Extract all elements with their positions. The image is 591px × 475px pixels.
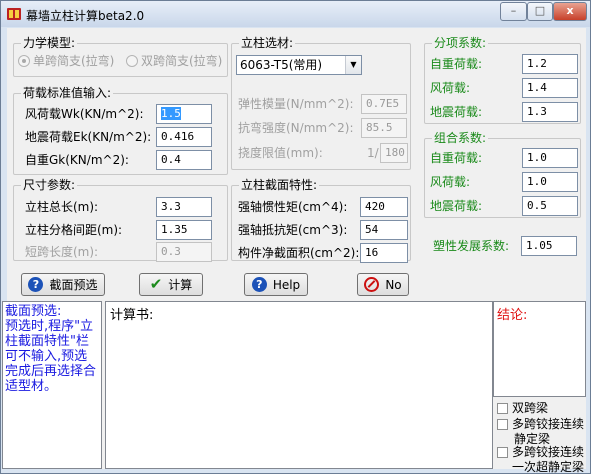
partial-factors-legend: 分项系数:	[432, 36, 489, 50]
preview-label: 截面预选	[49, 278, 98, 292]
combo-dead-input[interactable]: 1.0	[522, 148, 578, 168]
minimize-button[interactable]: –	[500, 2, 527, 21]
plastic-factor-label: 塑性发展系数:	[433, 239, 510, 253]
multi-span-indeterminate-label-1: 多跨铰接连续	[512, 445, 585, 459]
main-window: 幕墙立柱计算beta2.0 – □ x 力学模型: 单跨简支(拉弯) 双跨简支(…	[0, 0, 591, 474]
combo-quake-input[interactable]: 0.5	[522, 196, 578, 216]
close-button[interactable]: x	[553, 2, 587, 21]
conclusion-panel: 结论:	[493, 301, 586, 397]
notes-panel: 截面预选: 预选时,程序"立柱截面特性"栏可不输入,预选完成后再选择合适型材。	[2, 301, 102, 469]
spacing-input[interactable]: 1.35	[156, 220, 212, 240]
dimensions-legend: 尺寸参数:	[21, 178, 78, 192]
total-length-input[interactable]: 3.3	[156, 197, 212, 217]
no-button[interactable]: No	[357, 273, 409, 296]
maximize-button[interactable]: □	[527, 2, 553, 21]
strength-label: 抗弯强度(N/mm^2):	[238, 121, 354, 135]
dimensions-group: 尺寸参数: 立柱总长(m): 3.3 立柱分格间距(m): 1.35 短跨长度(…	[13, 178, 228, 262]
section-group: 立柱截面特性: 强轴惯性矩(cm^4): 420 强轴抵抗矩(cm^3): 54…	[231, 178, 411, 263]
multi-span-static-checkbox[interactable]	[497, 419, 508, 430]
chevron-down-icon[interactable]: ▼	[345, 56, 361, 74]
single-span-radio[interactable]	[18, 55, 30, 67]
no-label: No	[385, 277, 402, 292]
combo-quake-label: 地震荷载:	[430, 199, 483, 213]
short-span-input: 0.3	[156, 242, 212, 262]
multi-span-indeterminate-label-2: 一次超静定梁	[512, 460, 585, 474]
help-label: Help	[272, 277, 301, 292]
area-label: 构件净截面积(cm^2):	[238, 246, 360, 260]
single-span-label: 单跨简支(拉弯)	[33, 54, 115, 68]
total-length-label: 立柱总长(m):	[25, 200, 99, 214]
section-modulus-input[interactable]: 54	[360, 220, 408, 240]
partial-dead-input[interactable]: 1.2	[522, 54, 578, 74]
partial-dead-label: 自重荷载:	[430, 57, 483, 71]
inertia-input[interactable]: 420	[360, 197, 408, 217]
wind-load-input[interactable]: 1.5	[156, 104, 212, 124]
partial-wind-label: 风荷载:	[430, 81, 471, 95]
window-title: 幕墙立柱计算beta2.0	[26, 9, 145, 23]
report-panel[interactable]: 计算书:	[105, 301, 493, 469]
calculate-button[interactable]: ✔ 计算	[139, 273, 203, 296]
section-legend: 立柱截面特性:	[239, 178, 320, 192]
multi-span-static-label-1: 多跨铰接连续	[512, 417, 585, 431]
dead-load-label: 自重Gk(KN/m^2):	[25, 153, 129, 167]
deflection-prefix: 1/	[367, 146, 379, 160]
combo-dead-label: 自重荷载:	[430, 151, 483, 165]
combo-wind-label: 风荷载:	[430, 175, 471, 189]
material-group: 立柱选材: 6063-T5(常用) ▼ 弹性模量(N/mm^2): 0.7E5 …	[231, 36, 411, 170]
no-entry-icon	[364, 277, 380, 292]
double-span-beam-label: 双跨梁	[512, 401, 549, 415]
deflection-input: 180	[380, 143, 408, 163]
multi-span-indeterminate-checkbox[interactable]	[497, 447, 508, 458]
double-span-radio[interactable]	[126, 55, 138, 67]
combo-wind-input[interactable]: 1.0	[522, 172, 578, 192]
question-icon: ?	[251, 277, 267, 292]
double-span-label: 双跨简支(拉弯)	[141, 54, 223, 68]
help-button[interactable]: ? Help	[244, 273, 308, 296]
preview-button[interactable]: ? 截面预选	[21, 273, 105, 296]
modulus-label: 弹性模量(N/mm^2):	[238, 97, 354, 111]
app-icon	[7, 8, 21, 20]
section-modulus-label: 强轴抵抗矩(cm^3):	[238, 223, 348, 237]
deflection-label: 挠度限值(mm):	[238, 146, 323, 160]
partial-quake-label: 地震荷载:	[430, 105, 483, 119]
quake-load-input[interactable]: 0.416	[156, 127, 212, 147]
partial-factors-group: 分项系数: 自重荷载: 1.2 风荷载: 1.4 地震荷载: 1.3	[424, 36, 581, 124]
combo-factors-legend: 组合系数:	[432, 131, 489, 145]
title-bar: 幕墙立柱计算beta2.0 – □ x	[1, 1, 590, 27]
loads-legend: 荷载标准值输入:	[21, 86, 114, 100]
area-input[interactable]: 16	[360, 243, 408, 263]
client-area: 力学模型: 单跨简支(拉弯) 双跨简支(拉弯) 荷载标准值输入: 风荷载Wk(K…	[2, 28, 586, 474]
dead-load-input[interactable]: 0.4	[156, 150, 212, 170]
quake-load-label: 地震荷载Ek(KN/m^2):	[25, 130, 152, 144]
combo-factors-group: 组合系数: 自重荷载: 1.0 风荷载: 1.0 地震荷载: 0.5	[424, 131, 581, 218]
report-title: 计算书:	[110, 308, 154, 323]
mechanics-legend: 力学模型:	[21, 36, 78, 50]
wind-load-label: 风荷载Wk(KN/m^2):	[25, 107, 144, 121]
strength-input: 85.5	[361, 118, 407, 138]
partial-wind-input[interactable]: 1.4	[522, 78, 578, 98]
mechanics-group: 力学模型: 单跨简支(拉弯) 双跨简支(拉弯)	[13, 36, 228, 77]
conclusion-title: 结论:	[497, 308, 528, 323]
check-icon: ✔	[149, 275, 163, 293]
material-legend: 立柱选材:	[239, 36, 296, 50]
material-value: 6063-T5(常用)	[240, 58, 323, 72]
question-icon: ?	[28, 277, 44, 292]
inertia-label: 强轴惯性矩(cm^4):	[238, 200, 348, 214]
material-select[interactable]: 6063-T5(常用) ▼	[236, 55, 362, 75]
loads-group: 荷载标准值输入: 风荷载Wk(KN/m^2): 1.5 地震荷载Ek(KN/m^…	[13, 86, 228, 175]
spacing-label: 立柱分格间距(m):	[25, 223, 123, 237]
calculate-label: 计算	[168, 278, 193, 292]
plastic-factor-input[interactable]: 1.05	[521, 236, 577, 256]
double-span-beam-checkbox[interactable]	[497, 403, 508, 414]
partial-quake-input[interactable]: 1.3	[522, 102, 578, 122]
modulus-input: 0.7E5	[361, 94, 407, 114]
short-span-label: 短跨长度(m):	[25, 245, 99, 259]
